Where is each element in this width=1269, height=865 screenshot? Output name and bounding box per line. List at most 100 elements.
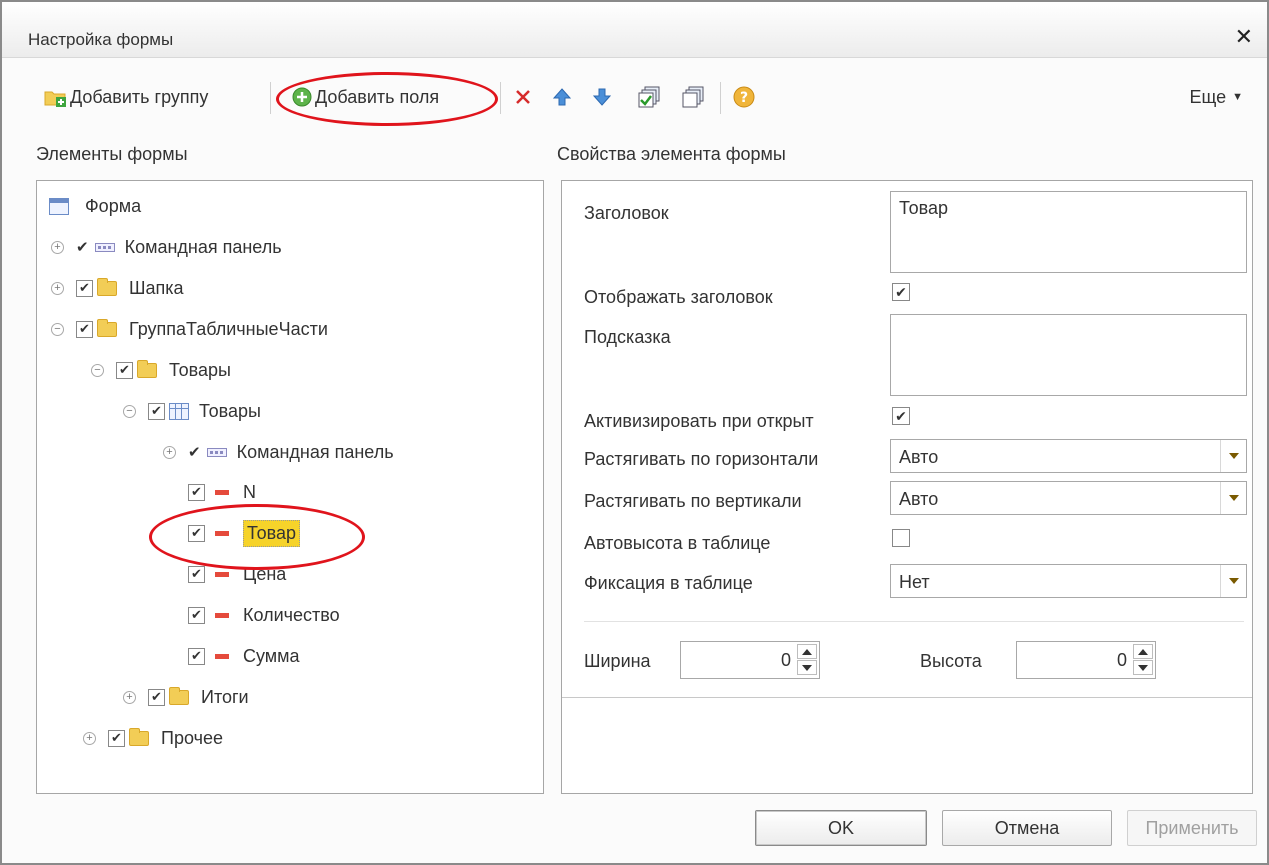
- tree-item-label: Итоги: [201, 686, 249, 707]
- expand-icon[interactable]: +: [83, 731, 96, 745]
- tree-item-label: Командная панель: [236, 441, 394, 462]
- move-down-button[interactable]: [592, 76, 612, 118]
- move-up-button[interactable]: [552, 76, 572, 118]
- checkbox[interactable]: ✔: [76, 279, 93, 297]
- tree-item-command-panel[interactable]: + ✔ Командная панель: [51, 232, 282, 262]
- tree-item-header-group[interactable]: + ✔ Шапка: [51, 273, 184, 303]
- tree-item-label: Командная панель: [124, 236, 282, 257]
- tree-item-goods-table[interactable]: − ✔ Товары: [123, 396, 261, 426]
- collapse-icon[interactable]: −: [91, 363, 104, 377]
- checkbox[interactable]: ✔: [188, 483, 205, 501]
- fix-in-table-select[interactable]: Нет: [890, 564, 1247, 598]
- tree-item-form[interactable]: Форма: [49, 191, 141, 221]
- tree-item-totals-group[interactable]: + ✔ Итоги: [123, 682, 249, 712]
- check-all-icon: [638, 86, 660, 108]
- tree-item-field-goods[interactable]: ✔ Товар: [188, 518, 300, 548]
- spin-up-icon[interactable]: [797, 644, 817, 659]
- uncheck-all-button[interactable]: [682, 76, 706, 118]
- collapse-icon[interactable]: −: [51, 322, 64, 336]
- checkbox[interactable]: ✔: [188, 524, 205, 542]
- toolbar: Добавить группу Добавить поля ? Еще ▼: [2, 76, 1267, 118]
- title-bar: Настройка формы ✕: [2, 2, 1267, 58]
- expand-icon[interactable]: +: [51, 240, 64, 254]
- add-group-button[interactable]: Добавить группу: [44, 76, 208, 118]
- add-group-label: Добавить группу: [70, 86, 209, 107]
- chevron-down-icon[interactable]: [1220, 482, 1246, 514]
- tree-item-field-sum[interactable]: ✔ Сумма: [188, 641, 300, 671]
- properties-title: Свойства элемента формы: [557, 144, 786, 164]
- stretch-vertical-value: Авто: [899, 489, 939, 509]
- add-fields-label: Добавить поля: [315, 86, 440, 107]
- folder-icon: [97, 277, 117, 296]
- show-header-checkbox[interactable]: ✔: [892, 283, 910, 301]
- apply-button[interactable]: Применить: [1127, 810, 1257, 846]
- checkbox[interactable]: ✔: [116, 361, 133, 379]
- stretch-horizontal-select[interactable]: Авто: [890, 439, 1247, 473]
- height-spinner[interactable]: 0: [1016, 641, 1156, 679]
- expand-icon[interactable]: +: [163, 445, 176, 459]
- tree-item-table-parts-group[interactable]: − ✔ ГруппаТабличныеЧасти: [51, 314, 328, 344]
- form-elements-tree[interactable]: Форма + ✔ Командная панель + ✔ Шапка − ✔…: [36, 180, 544, 794]
- checkbox[interactable]: ✔: [76, 320, 93, 338]
- tree-item-field-quantity[interactable]: ✔ Количество: [188, 600, 340, 630]
- checkbox[interactable]: ✔: [108, 729, 125, 747]
- header-label: Заголовок: [584, 203, 669, 223]
- close-icon[interactable]: ✕: [1235, 24, 1253, 50]
- spin-down-icon[interactable]: [797, 660, 817, 675]
- height-label: Высота: [920, 651, 982, 671]
- help-button[interactable]: ?: [732, 76, 756, 118]
- checkbox[interactable]: ✔: [148, 402, 165, 420]
- tooltip-label: Подсказка: [584, 327, 671, 347]
- checkbox[interactable]: ✔: [188, 647, 205, 665]
- header-field[interactable]: Товар: [890, 191, 1247, 273]
- checkbox[interactable]: ✔: [188, 606, 205, 624]
- checkbox[interactable]: ✔: [188, 565, 205, 583]
- uncheck-all-icon: [682, 86, 704, 108]
- auto-height-label: Автовысота в таблице: [584, 533, 771, 553]
- checkmark-icon[interactable]: ✔: [76, 238, 89, 256]
- width-spin-buttons: [797, 644, 817, 676]
- field-icon: [215, 530, 229, 536]
- tree-item-field-price[interactable]: ✔ Цена: [188, 559, 286, 589]
- fix-in-table-value: Нет: [899, 572, 930, 592]
- add-fields-button[interactable]: Добавить поля: [291, 76, 439, 118]
- stretch-vertical-select[interactable]: Авто: [890, 481, 1247, 515]
- checkbox[interactable]: ✔: [148, 688, 165, 706]
- collapse-icon[interactable]: −: [123, 404, 136, 418]
- add-fields-icon: [292, 87, 312, 107]
- width-spinner[interactable]: 0: [680, 641, 820, 679]
- fix-in-table-label: Фиксация в таблице: [584, 573, 753, 593]
- more-menu-button[interactable]: Еще ▼: [1189, 76, 1243, 118]
- height-spin-buttons: [1133, 644, 1153, 676]
- spin-down-icon[interactable]: [1133, 660, 1153, 675]
- width-value: 0: [780, 650, 791, 670]
- field-icon: [215, 571, 229, 577]
- expand-icon[interactable]: +: [123, 690, 136, 704]
- auto-height-checkbox[interactable]: [892, 529, 910, 547]
- ok-button[interactable]: OK: [755, 810, 927, 846]
- tree-item-other-group[interactable]: + ✔ Прочее: [83, 723, 223, 753]
- field-icon: [215, 489, 229, 495]
- activate-on-open-checkbox[interactable]: ✔: [892, 407, 910, 425]
- spin-up-icon[interactable]: [1133, 644, 1153, 659]
- toolbar-separator: [720, 82, 721, 114]
- check-all-button[interactable]: [638, 76, 662, 118]
- tree-item-goods-group[interactable]: − ✔ Товары: [91, 355, 231, 385]
- command-panel-icon: [206, 447, 227, 457]
- tree-item-label: N: [243, 481, 256, 502]
- cancel-button[interactable]: Отмена: [942, 810, 1112, 846]
- checkmark-icon[interactable]: ✔: [188, 443, 201, 461]
- stretch-horizontal-value: Авто: [899, 447, 939, 467]
- window-title: Настройка формы: [28, 30, 174, 49]
- move-down-icon: [592, 88, 612, 106]
- properties-panel: Заголовок Товар Отображать заголовок ✔ П…: [561, 180, 1253, 794]
- tooltip-field[interactable]: [890, 314, 1247, 396]
- delete-button[interactable]: [514, 76, 532, 118]
- table-icon: [169, 402, 189, 420]
- tree-item-table-command-panel[interactable]: + ✔ Командная панель: [163, 437, 394, 467]
- expand-icon[interactable]: +: [51, 281, 64, 295]
- chevron-down-icon[interactable]: [1220, 565, 1246, 597]
- field-icon: [215, 653, 229, 659]
- tree-item-field-n[interactable]: ✔ N: [188, 477, 256, 507]
- chevron-down-icon[interactable]: [1220, 440, 1246, 472]
